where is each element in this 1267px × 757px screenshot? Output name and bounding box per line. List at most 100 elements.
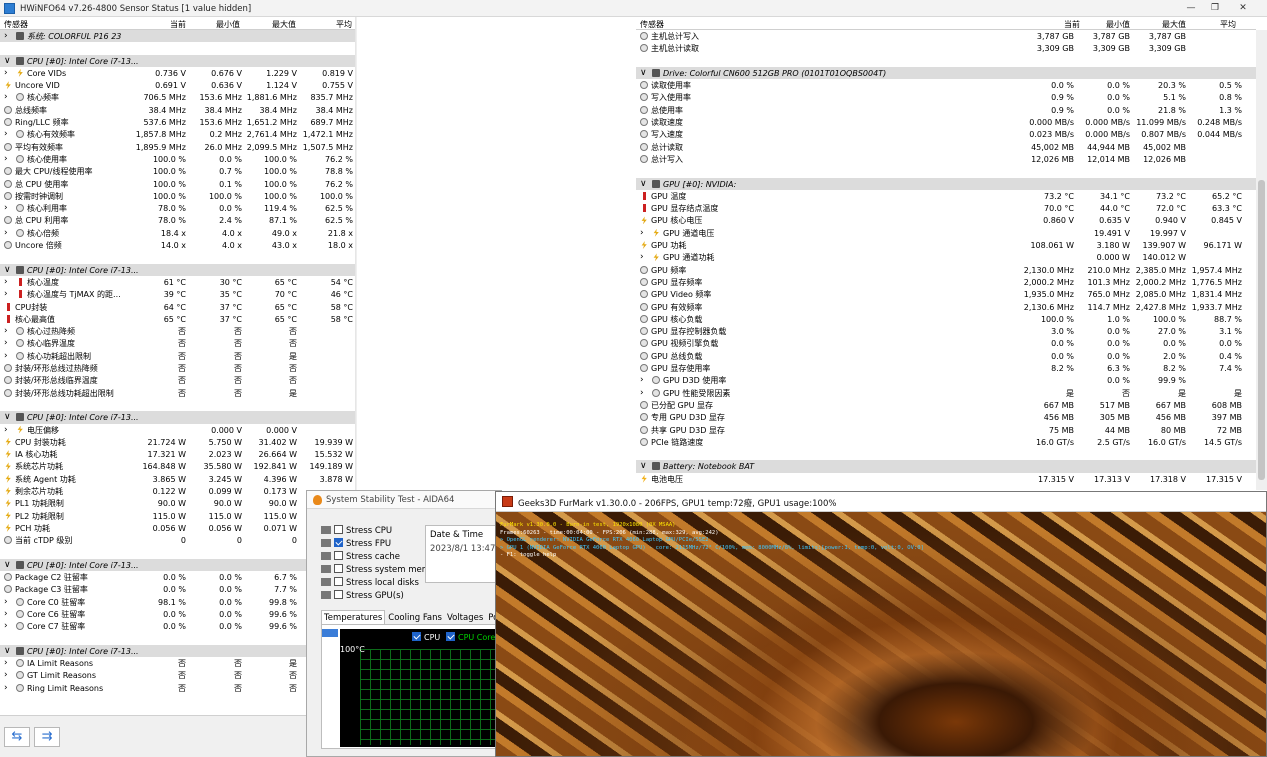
furmark-titlebar[interactable]: Geeks3D FurMark v1.30.0.0 - 206FPS, GPU1… [496, 492, 1266, 512]
expand-chevron-icon[interactable]: › [4, 228, 8, 238]
expand-chevron-icon[interactable]: › [4, 277, 8, 287]
minimize-button[interactable]: — [1182, 2, 1200, 15]
sensor-row[interactable]: › 核心有效频率 1,857.8 MHz 0.2 MHz 2,761.4 MHz 1,47… [0, 128, 355, 140]
sensor-row[interactable]: PL1 功耗限制 90.0 W 90.0 W 90.0 W [0, 497, 355, 509]
sensor-row[interactable]: › 核心临界温度 否 否 否 [0, 337, 355, 349]
col-avg[interactable]: 平均 [1220, 19, 1236, 30]
sensor-row[interactable]: PL2 功耗限制 115.0 W 115.0 W 115.0 W [0, 510, 355, 522]
collapse-chevron-icon[interactable]: ∨ [4, 56, 11, 66]
sensor-row[interactable]: › 核心过热降频 否 否 否 [0, 325, 355, 337]
sensor-group-header[interactable]: ∨ CPU [#0]: Intel Core i7-13... [0, 263, 355, 276]
sensor-row[interactable]: Package C2 驻留率 0.0 % 0.0 % 6.7 % [0, 571, 355, 583]
sensor-row[interactable]: GPU 频率 2,130.0 MHz 210.0 MHz 2,385.0 MHz 1,9… [636, 264, 1256, 276]
expand-chevron-icon[interactable]: › [4, 31, 8, 41]
collapse-chevron-icon[interactable]: ∨ [4, 646, 11, 656]
sensor-row[interactable]: PCH 功耗 0.056 W 0.056 W 0.071 W [0, 522, 355, 534]
sensor-group-header[interactable]: ∨ Battery: Notebook BAT [636, 460, 1256, 473]
col-current[interactable]: 当前 [1064, 19, 1080, 30]
col-min[interactable]: 最小值 [216, 19, 240, 30]
sensor-row[interactable]: › 核心倍频 18.4 x 4.0 x 49.0 x 21.8 x [0, 227, 355, 239]
stress-cache-checkbox[interactable]: Stress cache [321, 551, 400, 562]
col-max[interactable]: 最大值 [272, 19, 296, 30]
sensor-row[interactable]: 主机总计写入 3,787 GB 3,787 GB 3,787 GB [636, 30, 1256, 42]
right-scrollbar-thumb[interactable] [1258, 180, 1265, 480]
expand-chevron-icon[interactable]: › [640, 388, 644, 398]
sensor-row[interactable]: 封装/环形总线过热降频 否 否 否 [0, 362, 355, 374]
sensor-row[interactable]: 总线频率 38.4 MHz 38.4 MHz 38.4 MHz 38.4 MHz [0, 104, 355, 116]
sensor-row[interactable]: 最大 CPU/线程使用率 100.0 % 0.7 % 100.0 % 78.8 % [0, 165, 355, 177]
sensor-row[interactable]: 封装/环形总线临界温度 否 否 否 [0, 374, 355, 386]
col-sensor[interactable]: 传感器 [4, 19, 28, 30]
sensor-row[interactable]: IA 核心功耗 17.321 W 2.023 W 26.664 W 15.532 W [0, 448, 355, 460]
sensor-row[interactable]: 写入速度 0.023 MB/s 0.000 MB/s 0.807 MB/s 0.044 … [636, 128, 1256, 140]
sensor-row[interactable]: › Core C6 驻留率 0.0 % 0.0 % 99.6 % [0, 608, 355, 620]
expand-chevron-icon[interactable]: › [640, 228, 644, 238]
aida64-titlebar[interactable]: System Stability Test - AIDA64 [307, 491, 501, 509]
sensor-row[interactable]: 写入使用率 0.9 % 0.0 % 5.1 % 0.8 % [636, 91, 1256, 103]
sensor-group-header[interactable]: ∨ CPU [#0]: Intel Core i7-13... [0, 558, 355, 572]
sensor-row[interactable]: 专用 GPU D3D 显存 456 MB 305 MB 456 MB 397 MB [636, 411, 1256, 423]
sensor-row[interactable]: 平均有效频率 1,895.9 MHz 26.0 MHz 2,099.5 MHz 1,50… [0, 141, 355, 153]
sensor-row[interactable]: CPU封装 64 °C 37 °C 65 °C 58 °C [0, 301, 355, 313]
sensor-row[interactable]: › 核心使用率 100.0 % 0.0 % 100.0 % 76.2 % [0, 153, 355, 165]
sensor-row[interactable]: › GPU 通道电压 19.491 V 19.997 V [636, 227, 1256, 239]
col-sensor[interactable]: 传感器 [640, 19, 664, 30]
sensor-row[interactable]: Uncore 倍频 14.0 x 4.0 x 43.0 x 18.0 x [0, 239, 355, 251]
sensor-row[interactable]: › 核心频率 706.5 MHz 153.6 MHz 1,881.6 MHz 835.7 … [0, 91, 355, 103]
sensor-row[interactable]: 按需时钟调制 100.0 % 100.0 % 100.0 % 100.0 % [0, 190, 355, 202]
stress-fpu-checkbox[interactable]: Stress FPU [321, 538, 391, 549]
checkbox-icon[interactable] [334, 564, 343, 573]
expand-chevron-icon[interactable]: › [4, 683, 8, 693]
sensor-group-header[interactable]: ∨ GPU [#0]: NVIDIA: [636, 177, 1256, 190]
expand-chevron-icon[interactable]: › [4, 658, 8, 668]
aida64-window[interactable]: System Stability Test - AIDA64 Stress CP… [306, 490, 505, 757]
sensor-row[interactable]: 封装/环形总线功耗超出限制 否 否 是 [0, 387, 355, 399]
sensor-row[interactable]: 读取使用率 0.0 % 0.0 % 20.3 % 0.5 % [636, 79, 1256, 91]
sensor-row[interactable]: 总 CPU 使用率 100.0 % 0.1 % 100.0 % 76.2 % [0, 178, 355, 190]
sensor-list-left[interactable]: 传感器 当前 最小值 最大值 平均 › 系统: COLORFUL P16 23 ∨ C… [0, 17, 356, 715]
checkbox-icon[interactable] [334, 525, 343, 534]
checkbox-icon[interactable] [334, 551, 343, 560]
col-min[interactable]: 最小值 [1106, 19, 1130, 30]
sensor-row[interactable]: GPU 总线负载 0.0 % 0.0 % 2.0 % 0.4 % [636, 350, 1256, 362]
sensor-row[interactable]: 核心最高值 65 °C 37 °C 65 °C 58 °C [0, 313, 355, 325]
col-avg[interactable]: 平均 [336, 19, 352, 30]
sensor-row[interactable]: 总使用率 0.9 % 0.0 % 21.8 % 1.3 % [636, 104, 1256, 116]
expand-chevron-icon[interactable]: › [4, 338, 8, 348]
sensor-row[interactable]: › 电压偏移 0.000 V 0.000 V [0, 424, 355, 436]
sensor-row[interactable]: 系统 Agent 功耗 3.865 W 3.245 W 4.396 W 3.878 W [0, 473, 355, 485]
collapse-chevron-icon[interactable]: ∨ [4, 265, 11, 275]
stress-cpu-checkbox[interactable]: Stress CPU [321, 525, 392, 536]
sensor-group-header[interactable]: ∨ Drive: Colorful CN600 512GB PRO (0101T0… [636, 66, 1256, 80]
col-current[interactable]: 当前 [170, 19, 186, 30]
sensor-row[interactable]: Ring/LLC 频率 537.6 MHz 153.6 MHz 1,651.2 MHz… [0, 116, 355, 128]
sensor-row[interactable]: 总计读取 45,002 MB 44,944 MB 45,002 MB [636, 141, 1256, 153]
sensor-row[interactable]: GPU Video 频率 1,935.0 MHz 765.0 MHz 2,085.0 … [636, 288, 1256, 300]
sensor-row[interactable]: 主机总计读取 3,309 GB 3,309 GB 3,309 GB [636, 42, 1256, 54]
expand-chevron-icon[interactable]: › [640, 252, 644, 262]
sensor-row[interactable]: 当前 cTDP 级别 0 0 0 [0, 534, 355, 546]
sensor-row[interactable]: GPU 核心负载 100.0 % 1.0 % 100.0 % 88.7 % [636, 313, 1256, 325]
tab-temperatures[interactable]: Temperatures [321, 610, 386, 624]
sensor-row[interactable]: › IA Limit Reasons 否 否 是 [0, 657, 355, 669]
stress-memory-checkbox[interactable]: Stress system memo [321, 564, 435, 575]
sensor-row[interactable]: GPU 显存结点温度 70.0 °C 44.0 °C 72.0 °C 63.3 °C [636, 202, 1256, 214]
expand-chevron-icon[interactable]: › [4, 425, 8, 435]
expand-chevron-icon[interactable]: › [4, 621, 8, 631]
sensor-row[interactable]: › GPU 性能受限因素 是 否 是 是 [636, 387, 1256, 399]
expand-chevron-icon[interactable]: › [640, 375, 644, 385]
sensor-row[interactable]: 总计写入 12,026 MB 12,014 MB 12,026 MB [636, 153, 1256, 165]
sensor-row[interactable]: 共享 GPU D3D 显存 75 MB 44 MB 80 MB 72 MB [636, 424, 1256, 436]
sensor-row[interactable]: GPU 视频引擎负载 0.0 % 0.0 % 0.0 % 0.0 % [636, 337, 1256, 349]
maximize-button[interactable]: ❐ [1206, 2, 1224, 15]
sensor-row[interactable]: › GT Limit Reasons 否 否 否 [0, 669, 355, 681]
sensor-group-header[interactable]: ∨ CPU [#0]: Intel Core i7-13... [0, 411, 355, 424]
expand-chevron-icon[interactable]: › [4, 129, 8, 139]
hwinfo-titlebar[interactable]: HWiNFO64 v7.26-4800 Sensor Status [1 val… [0, 0, 1267, 17]
expand-chevron-icon[interactable]: › [4, 68, 8, 78]
checkbox-icon[interactable] [334, 590, 343, 599]
stress-disks-checkbox[interactable]: Stress local disks [321, 577, 419, 588]
sensor-row[interactable]: 系统芯片功耗 164.848 W 35.580 W 192.841 W 149.189 … [0, 460, 355, 472]
tab-voltages[interactable]: Voltages [445, 611, 485, 625]
sensor-row[interactable]: › GPU D3D 使用率 0.0 % 99.9 % [636, 374, 1256, 386]
